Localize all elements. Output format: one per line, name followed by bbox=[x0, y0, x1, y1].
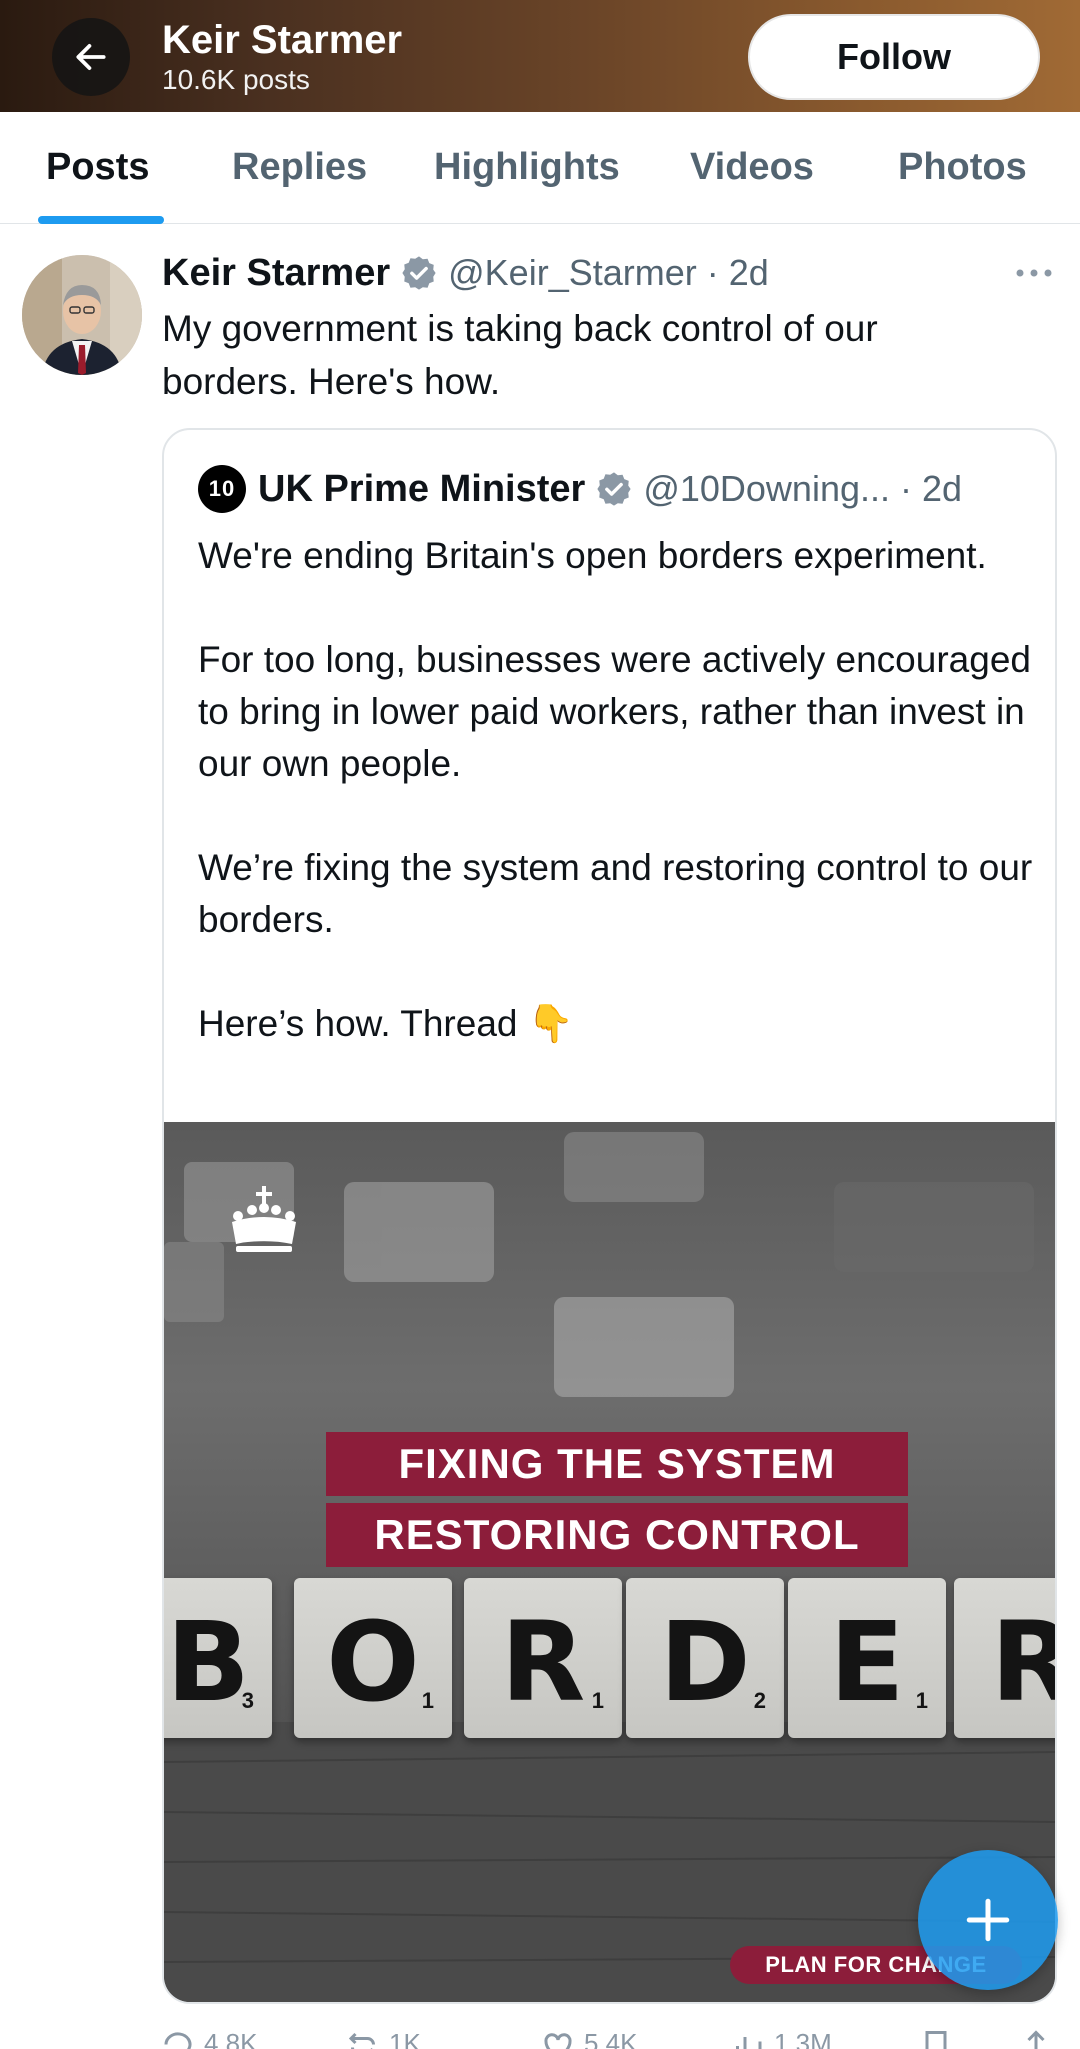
tile-score: 1 bbox=[915, 1688, 928, 1713]
profile-name: Keir Starmer bbox=[162, 18, 403, 62]
post-text: My government is taking back control of … bbox=[162, 308, 878, 402]
posts-count: 10.6K posts bbox=[162, 64, 310, 95]
post-actions-bar: 4.8K 1K 5.4K 1.3M bbox=[0, 2022, 1080, 2049]
repost-count: 1K bbox=[389, 2028, 421, 2049]
post-header: Keir Starmer @Keir_Starmer · 2d bbox=[162, 250, 769, 296]
active-tab-indicator bbox=[38, 216, 164, 224]
arrow-left-icon bbox=[76, 44, 106, 70]
tile-score: 2 bbox=[753, 1688, 766, 1713]
tile-score: 1 bbox=[591, 1688, 604, 1713]
quoted-post-text: We're ending Britain's open borders expe… bbox=[198, 530, 1038, 1050]
tile-score: 3 bbox=[241, 1688, 254, 1713]
plus-icon bbox=[966, 1898, 1010, 1942]
bookmark-action[interactable] bbox=[918, 2028, 962, 2049]
verified-badge-icon bbox=[597, 472, 631, 506]
profile-tabs: Posts Replies Highlights Videos Photos bbox=[0, 112, 1080, 224]
quoted-paragraph: For too long, businesses were actively e… bbox=[198, 639, 1031, 784]
like-action[interactable]: 5.4K bbox=[540, 2028, 638, 2049]
tile-letter: B bbox=[166, 1598, 250, 1726]
tab-photos[interactable]: Photos bbox=[898, 146, 1027, 189]
repost-action[interactable]: 1K bbox=[345, 2028, 421, 2049]
quoted-post-header: 10 UK Prime Minister @10Downing... · 2d bbox=[198, 465, 962, 513]
heart-icon bbox=[544, 2033, 572, 2049]
avatar[interactable] bbox=[22, 255, 142, 375]
reply-action[interactable]: 4.8K bbox=[160, 2028, 258, 2049]
scrabble-tile: B 3 bbox=[164, 1578, 272, 1738]
back-button[interactable] bbox=[52, 18, 130, 96]
tab-replies[interactable]: Replies bbox=[232, 146, 367, 189]
banner-line-1: FIXING THE SYSTEM bbox=[326, 1432, 908, 1496]
tile-letter: R bbox=[954, 1598, 1055, 1726]
share-icon bbox=[1024, 2030, 1048, 2049]
scrabble-tile: R bbox=[954, 1578, 1055, 1738]
quoted-media-image[interactable]: FIXING THE SYSTEM RESTORING CONTROL B 3 … bbox=[164, 1122, 1055, 2002]
verified-badge-icon bbox=[402, 256, 436, 290]
reply-icon bbox=[164, 2032, 192, 2049]
follow-button[interactable]: Follow bbox=[748, 14, 1040, 100]
tab-videos[interactable]: Videos bbox=[690, 146, 814, 189]
views-icon bbox=[736, 2037, 762, 2049]
share-action[interactable] bbox=[1018, 2028, 1062, 2049]
views-count: 1.3M bbox=[774, 2028, 832, 2049]
scrabble-tile: E 1 bbox=[788, 1578, 946, 1738]
repost-icon bbox=[348, 2032, 375, 2049]
scrabble-tile: R 1 bbox=[464, 1578, 622, 1738]
banner-line-2: RESTORING CONTROL bbox=[326, 1503, 908, 1567]
post-handle-time: @Keir_Starmer · 2d bbox=[448, 252, 769, 293]
like-count: 5.4K bbox=[584, 2028, 638, 2049]
post-author-name[interactable]: Keir Starmer bbox=[162, 252, 390, 295]
quoted-paragraph: We’re fixing the system and restoring co… bbox=[198, 847, 1033, 940]
reply-count: 4.8K bbox=[204, 2028, 258, 2049]
quoted-paragraph: Here’s how. Thread 👇 bbox=[198, 1003, 574, 1044]
crown-icon bbox=[232, 1186, 296, 1252]
avatar-image bbox=[22, 255, 142, 375]
views-action[interactable]: 1.3M bbox=[730, 2028, 832, 2049]
tab-posts[interactable]: Posts bbox=[46, 146, 149, 189]
number10-logo: 10 bbox=[198, 465, 246, 513]
quoted-handle-time: @10Downing... · 2d bbox=[643, 468, 963, 509]
tile-score: 1 bbox=[421, 1688, 434, 1713]
quoted-paragraph: We're ending Britain's open borders expe… bbox=[198, 535, 987, 576]
quoted-author-name: UK Prime Minister bbox=[258, 467, 586, 510]
scrabble-tile: O 1 bbox=[294, 1578, 452, 1738]
bookmark-icon bbox=[925, 2031, 947, 2049]
tab-highlights[interactable]: Highlights bbox=[434, 146, 620, 189]
quoted-post[interactable]: 10 UK Prime Minister @10Downing... · 2d … bbox=[162, 428, 1057, 2004]
scrabble-tile: D 2 bbox=[626, 1578, 784, 1738]
profile-header: Keir Starmer 10.6K posts Follow bbox=[0, 0, 1080, 112]
compose-post-button[interactable] bbox=[918, 1850, 1058, 1990]
more-horizontal-icon[interactable] bbox=[1012, 258, 1056, 288]
